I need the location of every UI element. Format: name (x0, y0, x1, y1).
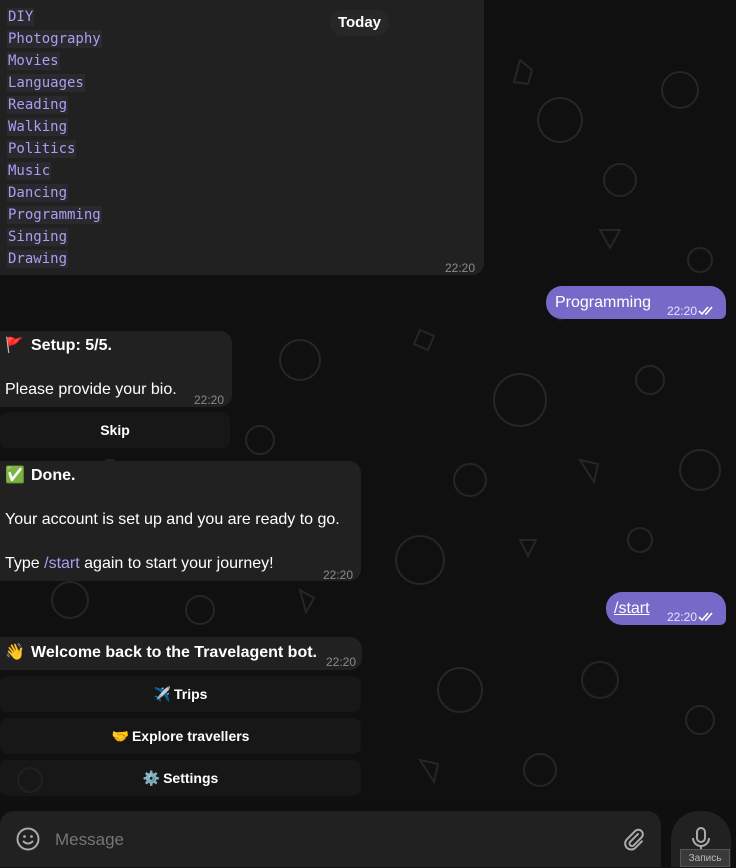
skip-button-label: Skip (100, 422, 130, 438)
trips-button-label: Trips (173, 686, 208, 702)
skip-button[interactable]: Skip (0, 412, 230, 448)
message-text: Your account is set up and you are ready… (5, 511, 340, 528)
message-time-status: 22:20 (667, 300, 716, 322)
message-time: 22:20 (194, 393, 225, 407)
message-text-line2: Type /start again to start your journey! (5, 553, 274, 575)
chat-area: DIY Photography Movies Languages Reading… (0, 0, 736, 805)
interest-item: Singing (7, 228, 69, 246)
message-time: 22:20 (326, 655, 357, 669)
message-text: Please provide your bio. (5, 381, 177, 398)
outgoing-message: /start 22:20 (606, 592, 726, 625)
attach-icon[interactable] (622, 828, 646, 852)
interest-item: Walking (7, 118, 69, 136)
double-check-icon (698, 306, 713, 316)
airplane-icon: ✈️ (153, 685, 171, 702)
interests-message: DIY Photography Movies Languages Reading… (0, 0, 484, 275)
welcome-message: 👋 Welcome back to the Travelagent bot. 2… (0, 637, 362, 670)
settings-button[interactable]: ⚙️ Settings (0, 760, 361, 796)
gear-icon: ⚙️ (142, 769, 161, 786)
interest-item: Drawing (7, 250, 69, 268)
date-separator: Today (330, 10, 389, 36)
interest-item: Programming (7, 206, 102, 224)
interest-item: Dancing (7, 184, 69, 202)
message-title: Done. (31, 467, 76, 484)
message-time: 22:20 (323, 568, 354, 582)
explore-travellers-button[interactable]: 🤝 Explore travellers (0, 718, 361, 754)
done-message: ✅ Done. Your account is set up and you a… (0, 461, 361, 582)
message-text: Welcome back to the Travelagent bot. (31, 644, 317, 661)
emoji-icon[interactable] (15, 826, 41, 852)
message-input[interactable] (53, 825, 597, 855)
message-time: 22:20 (667, 610, 698, 624)
line2-suffix: again to start your journey! (79, 555, 274, 572)
message-composer (0, 811, 661, 867)
message-title: Setup: 5/5. (31, 337, 112, 354)
message-text: Programming (555, 294, 652, 311)
wave-icon: 👋 (5, 644, 25, 661)
interest-item: Photography (7, 30, 102, 48)
interest-item: Languages (7, 74, 85, 92)
message-text[interactable]: /start (614, 598, 650, 620)
interest-item: Movies (7, 52, 60, 70)
message-time: 22:20 (445, 261, 476, 275)
double-check-icon (698, 612, 713, 622)
record-tooltip: Запись (680, 849, 730, 867)
trips-button[interactable]: ✈️ Trips (0, 676, 361, 712)
handshake-icon: 🤝 (111, 727, 129, 744)
interest-item: Reading (7, 96, 69, 114)
check-icon: ✅ (5, 467, 25, 484)
setup-message: 🚩 Setup: 5/5. Please provide your bio. 2… (0, 331, 232, 407)
settings-button-label: Settings (163, 770, 219, 786)
interest-item: DIY (7, 8, 35, 26)
interest-item: Politics (7, 140, 77, 158)
message-time-status: 22:20 (667, 606, 716, 628)
flag-icon: 🚩 (5, 337, 24, 354)
interest-item: Music (7, 162, 52, 180)
line2-prefix: Type (5, 555, 45, 572)
outgoing-message: Programming 22:20 (546, 286, 726, 319)
message-time: 22:20 (667, 304, 698, 318)
start-command-link[interactable]: /start (44, 555, 80, 572)
explore-travellers-button-label: Explore travellers (131, 728, 250, 744)
